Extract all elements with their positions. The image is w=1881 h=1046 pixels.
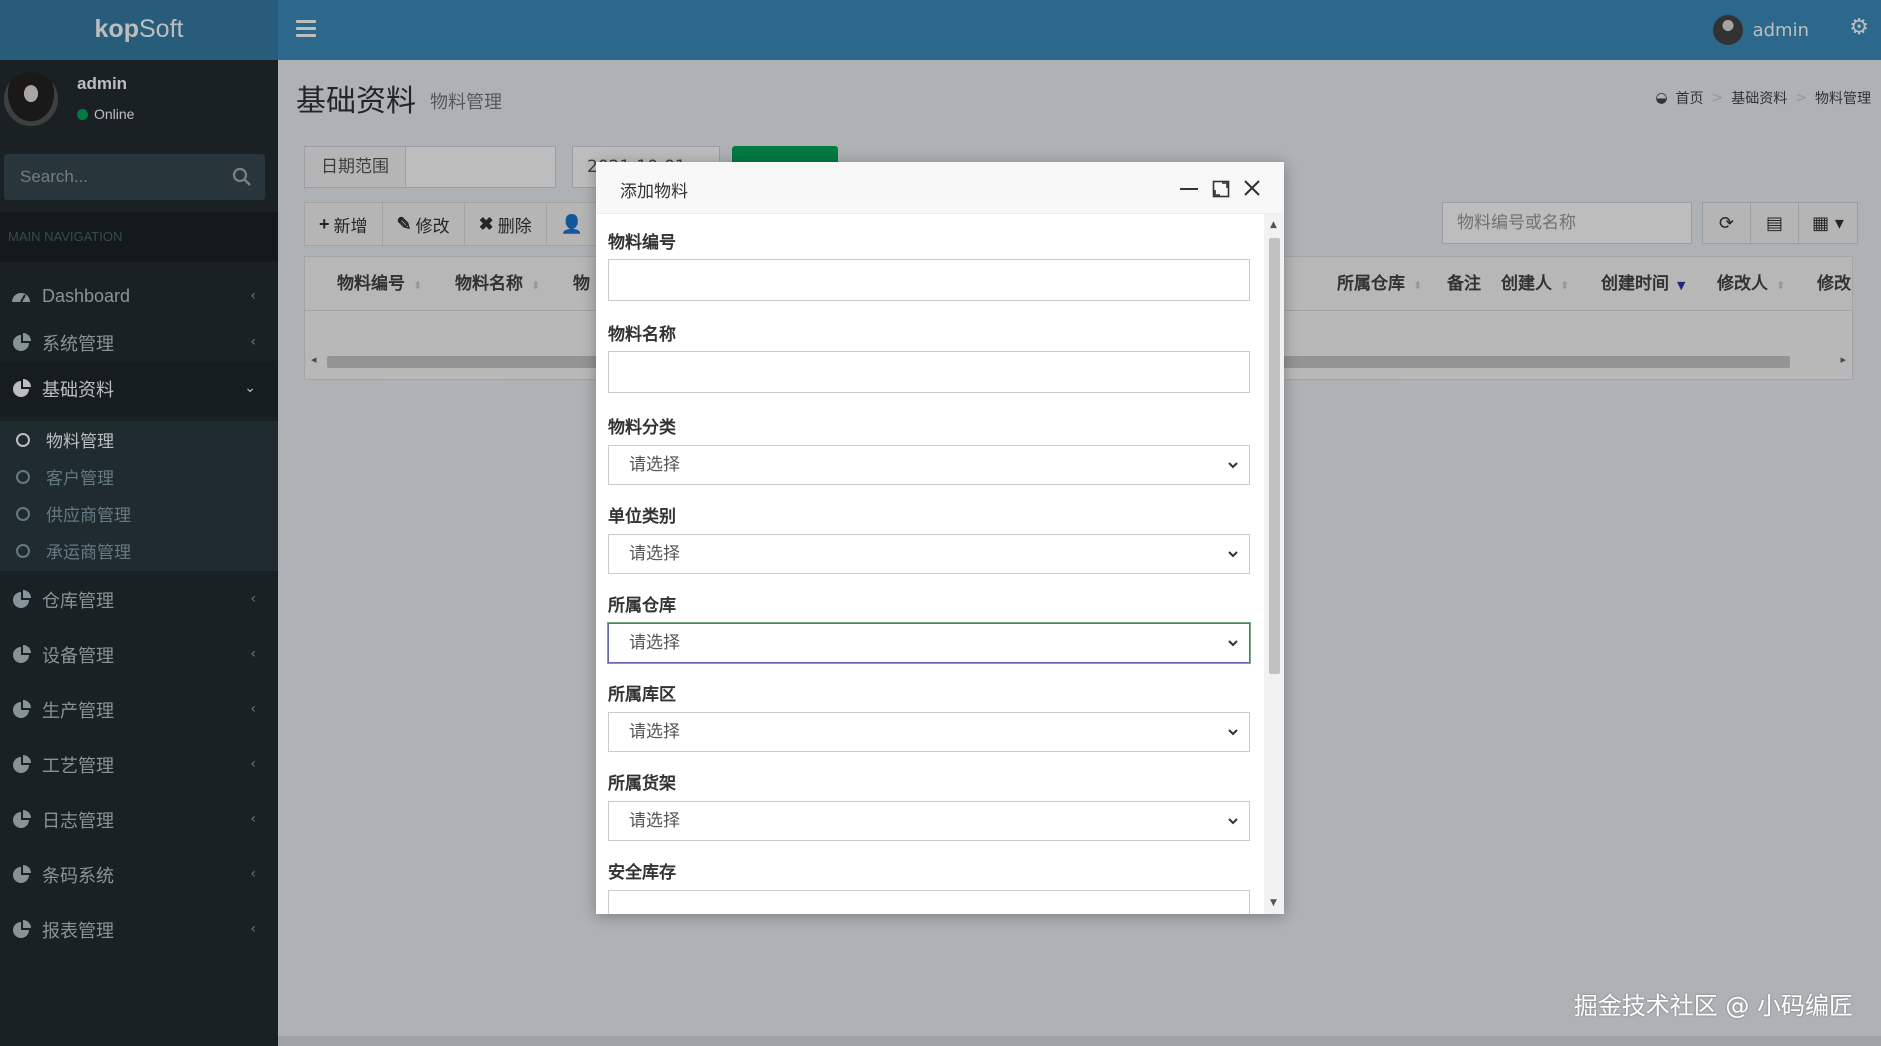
warehouse-select[interactable]: 请选择	[608, 623, 1250, 663]
safety-stock-input[interactable]	[608, 890, 1250, 914]
watermark: 掘金技术社区 @ 小码编匠	[1573, 992, 1853, 1020]
zone-select[interactable]: 请选择	[608, 712, 1250, 752]
chevron-down-icon	[1228, 462, 1238, 469]
scrollbar-thumb[interactable]	[1269, 238, 1280, 674]
field-label-zone: 所属库区	[608, 685, 676, 705]
dialog-header[interactable]: 添加物料	[596, 162, 1284, 214]
field-label-name: 物料名称	[608, 325, 676, 345]
close-icon[interactable]	[1242, 178, 1262, 198]
chevron-down-icon	[1228, 818, 1238, 825]
field-label-category: 物料分类	[608, 418, 676, 438]
chevron-down-icon	[1228, 640, 1238, 647]
chevron-down-icon	[1228, 551, 1238, 558]
field-label-shelf: 所属货架	[608, 774, 676, 794]
unit-type-select[interactable]: 请选择	[608, 534, 1250, 574]
dialog-body: 物料编号 物料名称 物料分类 请选择 单位类别 请选择 所属仓库 请选择 所属库…	[596, 214, 1264, 914]
material-name-input[interactable]	[608, 351, 1250, 393]
add-material-dialog: 添加物料 物料编号 物料名称 物料分类 请选择 单位类别 请选择 所属仓库 请选…	[596, 162, 1284, 914]
scroll-down-icon: ▼	[1270, 898, 1277, 908]
material-code-input[interactable]	[608, 259, 1250, 301]
field-label-code: 物料编号	[608, 233, 676, 253]
material-category-select[interactable]: 请选择	[608, 445, 1250, 485]
scroll-up-icon: ▲	[1270, 220, 1277, 230]
dialog-scrollbar[interactable]: ▲ ▼	[1264, 214, 1284, 914]
maximize-icon[interactable]	[1212, 180, 1230, 198]
dialog-title: 添加物料	[620, 182, 688, 202]
field-label-warehouse: 所属仓库	[608, 596, 676, 616]
minimize-icon[interactable]	[1180, 188, 1198, 190]
shelf-select[interactable]: 请选择	[608, 801, 1250, 841]
chevron-down-icon	[1228, 729, 1238, 736]
field-label-unit: 单位类别	[608, 507, 676, 527]
field-label-safety-stock: 安全库存	[608, 863, 676, 883]
